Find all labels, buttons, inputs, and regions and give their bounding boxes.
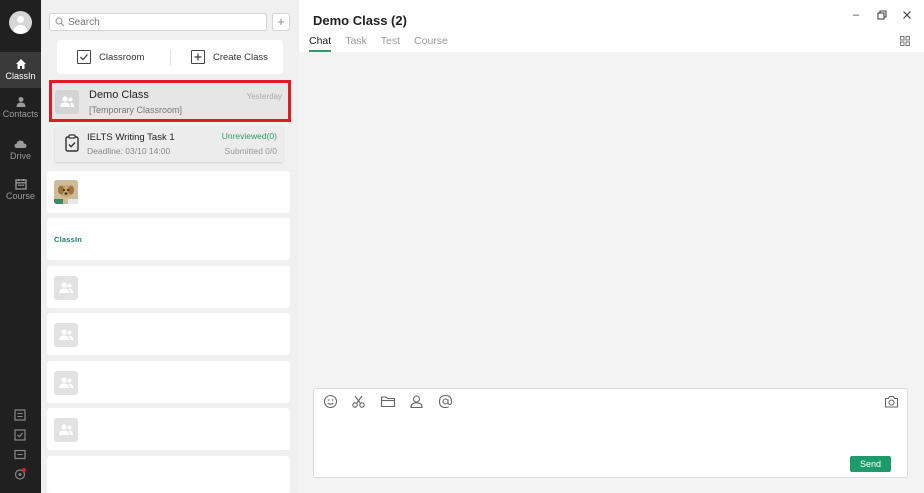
plus-box-icon (191, 50, 205, 64)
restore-button[interactable] (875, 10, 889, 23)
class-list-panel: + Classroom Create Class Demo Class [Tem… (41, 0, 336, 493)
list-item[interactable] (47, 456, 290, 493)
contact-card-icon[interactable] (409, 394, 424, 409)
list-item[interactable] (47, 361, 290, 403)
message-icon[interactable] (13, 448, 27, 462)
search-input[interactable] (68, 15, 258, 29)
task-submitted-count: Submitted 0/0 (224, 146, 277, 156)
tab-bar: Chat Task Test Course (309, 35, 462, 52)
task-title: IELTS Writing Task 1 (87, 132, 175, 143)
create-class-label: Create Class (213, 51, 268, 63)
nav-item-classin[interactable]: ClassIn (0, 52, 41, 88)
group-avatar (55, 90, 79, 114)
group-avatar (54, 323, 78, 347)
user-avatar[interactable] (9, 11, 32, 34)
document-icon[interactable] (13, 408, 27, 422)
group-icon (60, 96, 74, 107)
group-avatar (54, 418, 78, 442)
dog-photo-avatar (54, 180, 78, 204)
nav-label-drive: Drive (9, 151, 31, 161)
nav-item-course[interactable]: Course (0, 178, 41, 208)
checkbox-icon (77, 50, 91, 64)
task-deadline: Deadline: 03/10 14:00 (87, 146, 171, 156)
list-item-demo-class[interactable]: Demo Class [Temporary Classroom] Yesterd… (49, 80, 291, 122)
minimize-button[interactable]: – (849, 9, 863, 21)
class-actions-bar: Classroom Create Class (57, 40, 283, 74)
nav-item-drive[interactable]: Drive (0, 138, 41, 168)
group-icon (59, 377, 73, 388)
tab-task[interactable]: Task (345, 35, 367, 52)
send-button[interactable]: Send (850, 456, 891, 472)
search-icon (55, 17, 65, 27)
settings-icon[interactable] (13, 467, 27, 481)
list-item-brand[interactable]: ClassIn (47, 218, 290, 260)
calendar-icon (14, 179, 27, 190)
checklist-icon[interactable] (13, 428, 27, 442)
group-avatar (54, 371, 78, 395)
nav-label-classin: ClassIn (5, 71, 36, 81)
mention-icon[interactable] (438, 394, 453, 409)
close-icon (903, 11, 911, 19)
tab-chat[interactable]: Chat (309, 35, 332, 52)
tab-test[interactable]: Test (381, 35, 400, 52)
list-item[interactable] (47, 171, 290, 213)
classroom-label: Classroom (99, 51, 145, 63)
home-icon (15, 59, 26, 69)
nav-item-contacts[interactable]: Contacts (0, 96, 41, 126)
close-button[interactable] (900, 10, 914, 23)
page-title: Demo Class (2) (313, 13, 407, 28)
class-time: Yesterday (246, 92, 282, 101)
task-review-status: Unreviewed(0) (221, 131, 277, 141)
class-title: Demo Class (89, 89, 149, 101)
folder-icon[interactable] (380, 394, 396, 409)
group-icon (59, 282, 73, 293)
task-card[interactable]: IELTS Writing Task 1 Deadline: 03/10 14:… (55, 126, 283, 162)
task-clipboard-icon (65, 134, 79, 152)
nav-label-course: Course (5, 191, 35, 201)
classroom-button[interactable]: Classroom (77, 48, 144, 66)
grid-icon[interactable] (900, 36, 910, 46)
list-item[interactable] (47, 408, 290, 450)
list-item[interactable] (47, 266, 290, 308)
scissors-icon[interactable] (351, 394, 366, 409)
actions-divider (170, 49, 171, 65)
list-item[interactable] (47, 313, 290, 355)
message-composer[interactable]: Send (313, 388, 908, 478)
restore-icon (877, 10, 887, 20)
group-icon (59, 424, 73, 435)
camera-icon[interactable] (884, 394, 899, 409)
brand-logo-text: ClassIn (54, 235, 83, 244)
nav-rail: ClassIn Contacts Drive Course (0, 0, 41, 493)
group-icon (59, 329, 73, 340)
contacts-icon (16, 97, 25, 107)
chat-main: Demo Class (2) – Chat Task Test Course S… (299, 0, 924, 493)
group-avatar (54, 276, 78, 300)
add-button[interactable]: + (272, 13, 290, 31)
tab-course[interactable]: Course (414, 35, 448, 52)
emoji-icon[interactable] (323, 394, 338, 409)
nav-label-contacts: Contacts (2, 109, 39, 119)
search-box[interactable] (49, 13, 267, 31)
create-class-button[interactable]: Create Class (191, 48, 268, 66)
cloud-icon (14, 140, 27, 148)
class-subtitle: [Temporary Classroom] (89, 105, 183, 115)
